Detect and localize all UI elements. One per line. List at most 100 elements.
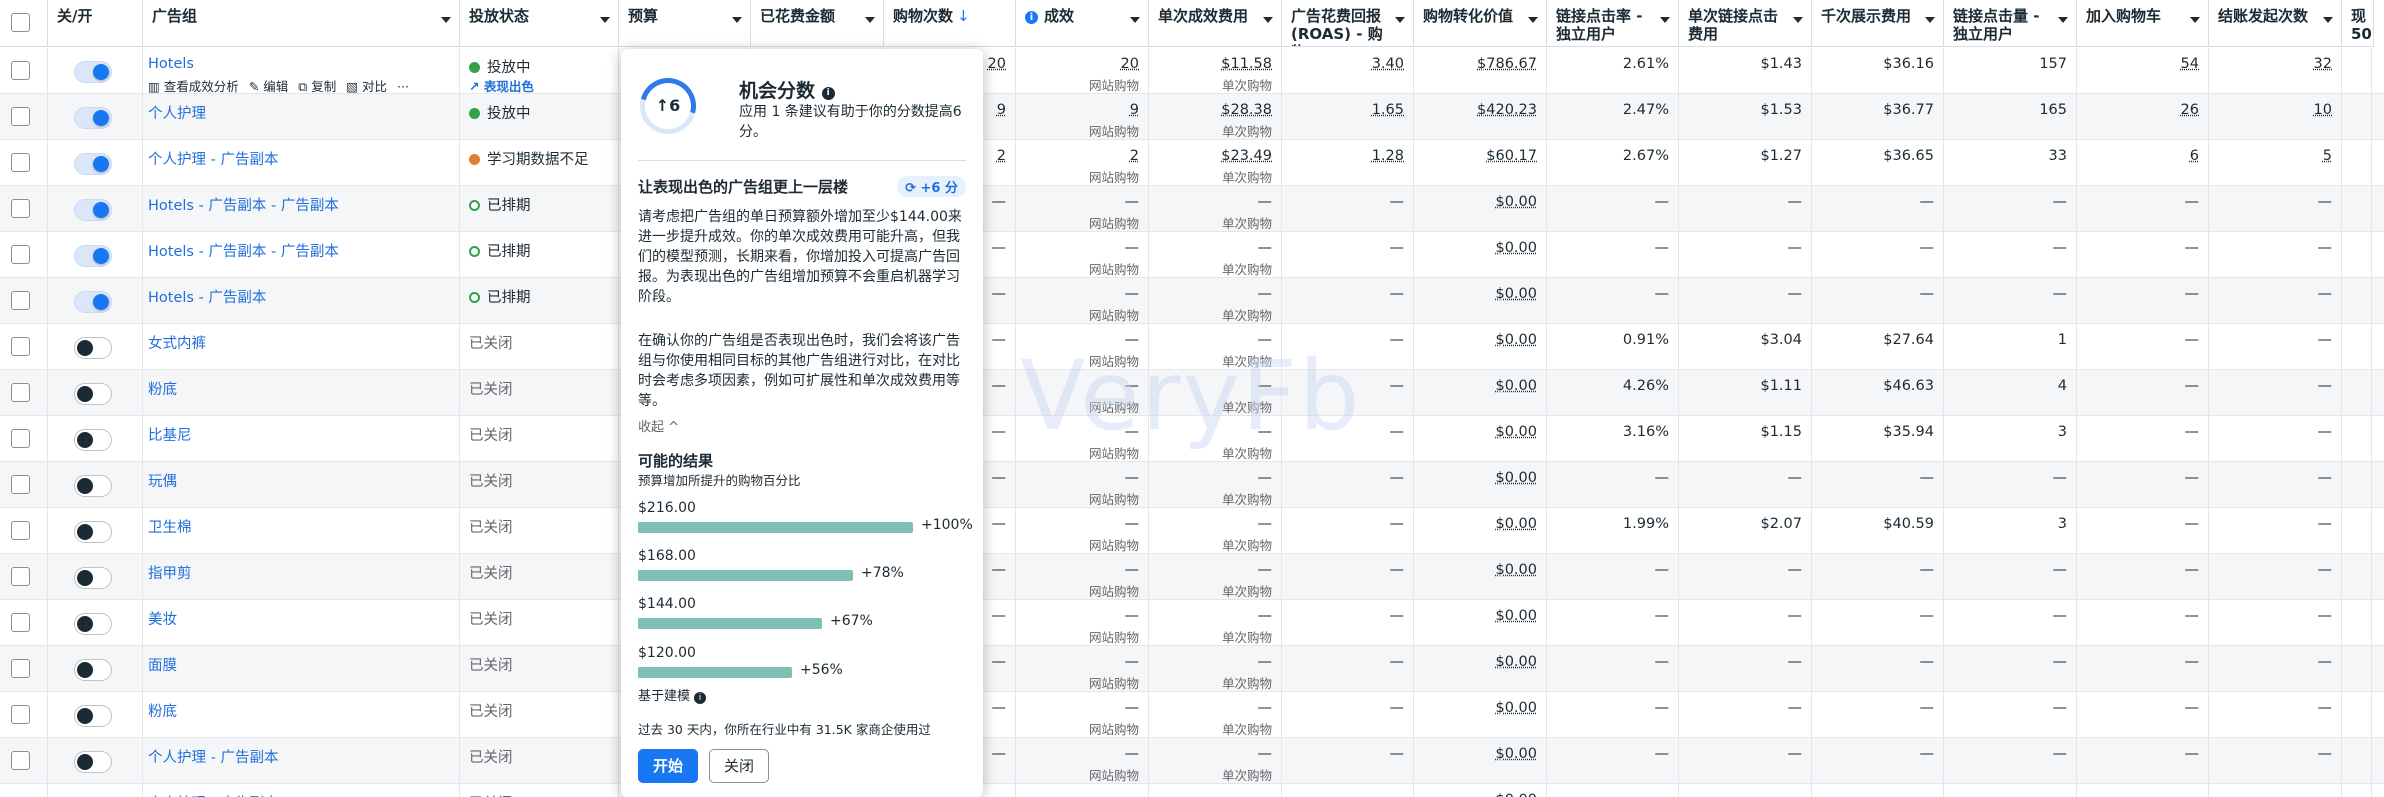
on-off-toggle[interactable] (74, 383, 112, 405)
table-row[interactable]: — — 网站购物 — 单次购物 — $0.00 — — — — — — 指甲剪 已关闭 (0, 554, 2384, 600)
dropdown-caret-icon[interactable] (1130, 17, 1140, 23)
dropdown-caret-icon[interactable] (1395, 17, 1405, 23)
on-off-toggle[interactable] (74, 475, 112, 497)
ad-set-name-link[interactable]: 比基尼 (148, 424, 192, 445)
row-checkbox[interactable] (11, 751, 30, 770)
on-off-toggle[interactable] (74, 429, 112, 451)
column-header-extra[interactable]: 现 50 (2342, 0, 2374, 47)
row-checkbox[interactable] (11, 291, 30, 310)
row-checkbox[interactable] (11, 107, 30, 126)
compare-action[interactable]: ▧ 对比 (346, 79, 387, 94)
table-row[interactable]: 9 9 网站购物 $28.38 单次购物 1.65 $420.23 2.47% $1.53 $36… (0, 94, 2384, 140)
cell-name[interactable] (143, 646, 460, 691)
column-header-clicks[interactable]: 链接点击量 - 独立用户 (1944, 0, 2077, 47)
ad-set-name-link[interactable]: 卫生棉 (148, 516, 192, 537)
column-header-cpc[interactable]: 单次链接点击费用 (1679, 0, 1812, 47)
column-header-status[interactable]: 投放状态 (460, 0, 619, 47)
table-row[interactable]: — — 网站购物 — 单次购物 — $0.00 — — — — — — Hotels - 广告副本 已排期 (0, 278, 2384, 324)
row-checkbox[interactable] (11, 245, 30, 264)
cell-name[interactable] (143, 462, 460, 507)
row-checkbox[interactable] (11, 199, 30, 218)
column-header-name[interactable]: 广告组 (143, 0, 460, 47)
dropdown-caret-icon[interactable] (2323, 17, 2333, 23)
row-checkbox[interactable] (11, 337, 30, 356)
on-off-toggle[interactable] (74, 107, 112, 129)
ad-set-name-link[interactable]: 指甲剪 (148, 562, 192, 583)
row-checkbox[interactable] (11, 521, 30, 540)
row-checkbox[interactable] (11, 475, 30, 494)
on-off-toggle[interactable] (74, 153, 112, 175)
ad-set-name-link[interactable]: 个人护理 - 广告副本 (148, 746, 278, 767)
table-row[interactable]: ——网站购物—单次购物—$0.00——————个人护理 - 广告副本已关闭 (0, 738, 2384, 784)
sort-arrow-icon[interactable]: ↓ (957, 7, 970, 25)
column-header-ctr[interactable]: 链接点击率 - 独立用户 (1547, 0, 1679, 47)
dropdown-caret-icon[interactable] (1793, 17, 1803, 23)
column-header-onoff[interactable]: 关/开 (48, 0, 143, 47)
column-header-conv[interactable]: 购物转化价值 (1414, 0, 1547, 47)
row-checkbox[interactable] (11, 567, 30, 586)
on-off-toggle[interactable] (74, 199, 112, 221)
column-header-cpr[interactable]: 单次成效费用 (1149, 0, 1282, 47)
ad-set-name-link[interactable]: 女式内裤 (148, 332, 206, 353)
ad-set-name-link[interactable]: Hotels - 广告副本 - 广告副本 (148, 240, 339, 261)
cell-name[interactable] (143, 692, 460, 737)
dropdown-caret-icon[interactable] (1660, 17, 1670, 23)
table-row[interactable]: — — 网站购物 — 单次购物 — $0.00 — — — — — — 玩偶 已关闭 (0, 462, 2384, 508)
collapse-link[interactable]: 收起 ^ (638, 416, 679, 435)
on-off-toggle[interactable] (74, 751, 112, 773)
ad-set-name-link[interactable]: Hotels - 广告副本 (148, 286, 266, 307)
ad-set-name-link[interactable]: 玩偶 (148, 470, 177, 491)
on-off-toggle[interactable] (74, 613, 112, 635)
dropdown-caret-icon[interactable] (2190, 17, 2200, 23)
on-off-toggle[interactable] (74, 705, 112, 727)
dropdown-caret-icon[interactable] (441, 17, 451, 23)
row-checkbox[interactable] (11, 429, 30, 448)
column-header-checkout[interactable]: 结账发起次数 (2209, 0, 2342, 47)
table-row[interactable]: ——网站购物—单次购物—$0.00——————个人护理 - 广告副本已关闭 (0, 784, 2384, 797)
ad-set-name-link[interactable]: 个人护理 (148, 102, 206, 123)
table-row[interactable]: — — 网站购物 — 单次购物 — $0.00 — — — — — — 粉底 已关闭 (0, 692, 2384, 738)
on-off-toggle[interactable] (74, 521, 112, 543)
cell-name[interactable] (143, 370, 460, 415)
info-icon[interactable]: i (694, 692, 707, 704)
table-row[interactable]: — — 网站购物 — 单次购物 — $0.00 — — — — — — 面膜 已关闭 (0, 646, 2384, 692)
on-off-toggle[interactable] (74, 245, 112, 267)
info-icon[interactable]: i (1025, 11, 1038, 24)
ad-set-name-link[interactable]: 粉底 (148, 378, 177, 399)
dropdown-caret-icon[interactable] (865, 17, 875, 23)
ad-set-name-link[interactable]: Hotels (148, 56, 194, 72)
info-icon[interactable]: i (821, 87, 835, 100)
table-row[interactable]: — — 网站购物 — 单次购物 — $0.00 — — — — — — Hotels - 广告副本 - 广… (0, 232, 2384, 278)
table-row[interactable]: — — 网站购物 — 单次购物 — $0.00 4.26% $1.11 $46.63 4 — — 粉底 已关… (0, 370, 2384, 416)
table-row[interactable]: 2 2 网站购物 $23.49 单次购物 1.28 $60.17 2.67% $1.27 $36.… (0, 140, 2384, 186)
ad-set-name-link[interactable]: 个人护理 - 广告副本 (148, 792, 278, 797)
column-header-results[interactable]: i 成效 (1016, 0, 1149, 47)
column-header-purchases[interactable]: 购物次数 ↓ (884, 0, 1016, 47)
view-action[interactable]: ▥ 查看成效分析 (148, 79, 239, 94)
ad-set-name-link[interactable]: 粉底 (148, 700, 177, 721)
column-header-roas[interactable]: 广告花费回报 (ROAS) - 购物 (1282, 0, 1414, 47)
table-row[interactable]: — — 网站购物 — 单次购物 — $0.00 — — — — — — Hotels - 广告副本 - 广… (0, 186, 2384, 232)
on-off-toggle[interactable] (74, 567, 112, 589)
on-off-toggle[interactable] (74, 337, 112, 359)
row-checkbox[interactable] (11, 613, 30, 632)
on-off-toggle[interactable] (74, 659, 112, 681)
row-checkbox[interactable] (11, 153, 30, 172)
ad-set-name-link[interactable]: 美妆 (148, 608, 177, 629)
column-header-spent[interactable]: 已花费金额 (751, 0, 884, 47)
dropdown-caret-icon[interactable] (2058, 17, 2068, 23)
start-button[interactable]: 开始 (638, 749, 698, 783)
dropdown-caret-icon[interactable] (1925, 17, 1935, 23)
row-checkbox[interactable] (11, 61, 30, 80)
dropdown-caret-icon[interactable] (1263, 17, 1273, 23)
column-header-budget[interactable]: 预算 (619, 0, 751, 47)
dropdown-caret-icon[interactable] (600, 17, 610, 23)
table-row[interactable]: 20 20 网站购物 $11.58 单次购物 3.40 $786.67 2.61% $1.43 $… (0, 48, 2384, 94)
ad-set-name-link[interactable]: 个人护理 - 广告副本 (148, 148, 278, 169)
cell-name[interactable] (143, 600, 460, 645)
table-row[interactable]: — — 网站购物 — 单次购物 — $0.00 — — — — — — 美妆 已关闭 (0, 600, 2384, 646)
more-options-icon[interactable]: ··· (397, 79, 409, 94)
ad-set-name-link[interactable]: Hotels - 广告副本 - 广告副本 (148, 194, 339, 215)
on-off-toggle[interactable] (74, 291, 112, 313)
column-header-atc[interactable]: 加入购物车 (2077, 0, 2209, 47)
